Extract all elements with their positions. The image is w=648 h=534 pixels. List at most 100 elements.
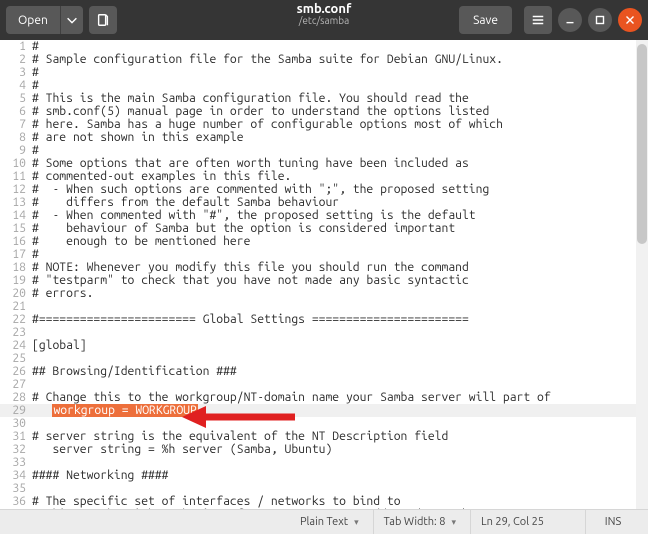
line-text[interactable]: # commented-out examples in this file.	[32, 170, 648, 183]
editor-line[interactable]: 20# errors.	[0, 287, 648, 300]
editor-line[interactable]: 36# The specific set of interfaces / net…	[0, 495, 648, 508]
editor-line[interactable]: 23	[0, 326, 648, 339]
editor-line[interactable]: 6# smb.conf(5) manual page in order to u…	[0, 105, 648, 118]
editor-line[interactable]: 5# This is the main Samba configuration …	[0, 92, 648, 105]
editor-line[interactable]: 17#	[0, 248, 648, 261]
line-text[interactable]: # Change this to the workgroup/NT-domain…	[32, 391, 648, 404]
editor-line[interactable]: 29 workgroup = WORKGROUP	[0, 404, 648, 417]
line-text[interactable]: #### Networking ####	[32, 469, 648, 482]
editor-line[interactable]: 24[global]	[0, 339, 648, 352]
editor-line[interactable]: 27	[0, 378, 648, 391]
selected-text[interactable]: workgroup = WORKGROUP	[52, 404, 197, 417]
line-text[interactable]	[32, 378, 648, 391]
editor-line[interactable]: 21	[0, 300, 648, 313]
line-text[interactable]: ## Browsing/Identification ###	[32, 365, 648, 378]
editor-line[interactable]: 33	[0, 456, 648, 469]
editor-line[interactable]: 3#	[0, 66, 648, 79]
line-text[interactable]: [global]	[32, 339, 648, 352]
tab-width-selector[interactable]: Tab Width: 8	[373, 510, 466, 534]
language-selector[interactable]: Plain Text	[290, 510, 369, 534]
editor-line[interactable]: 12# - When such options are commented wi…	[0, 183, 648, 196]
line-number: 27	[0, 378, 32, 391]
line-text[interactable]: # server string is the equivalent of the…	[32, 430, 648, 443]
text-editor[interactable]: 1#2# Sample configuration file for the S…	[0, 40, 648, 510]
new-tab-button[interactable]	[89, 6, 117, 34]
editor-line[interactable]: 13# differs from the default Samba behav…	[0, 196, 648, 209]
line-number: 11	[0, 170, 32, 183]
editor-line[interactable]: 25	[0, 352, 648, 365]
editor-line[interactable]: 8# are not shown in this example	[0, 131, 648, 144]
line-number: 28	[0, 391, 32, 404]
editor-line[interactable]: 2# Sample configuration file for the Sam…	[0, 53, 648, 66]
editor-line[interactable]: 32 server string = %h server (Samba, Ubu…	[0, 443, 648, 456]
close-button[interactable]	[618, 8, 642, 32]
line-text[interactable]: #	[32, 79, 648, 92]
line-text[interactable]	[32, 456, 648, 469]
line-text[interactable]	[32, 417, 648, 430]
line-number: 33	[0, 456, 32, 469]
line-text[interactable]	[32, 482, 648, 495]
line-text[interactable]: #======================= Global Settings…	[32, 313, 648, 326]
line-text[interactable]: # Sample configuration file for the Samb…	[32, 53, 648, 66]
open-recent-dropdown[interactable]	[60, 6, 83, 34]
maximize-button[interactable]	[588, 8, 612, 32]
editor-line[interactable]: 16# enough to be mentioned here	[0, 235, 648, 248]
line-text[interactable]	[32, 326, 648, 339]
line-text[interactable]: # here. Samba has a huge number of confi…	[32, 118, 648, 131]
line-text[interactable]: # errors.	[32, 287, 648, 300]
line-text[interactable]: # NOTE: Whenever you modify this file yo…	[32, 261, 648, 274]
line-text[interactable]: # behaviour of Samba but the option is c…	[32, 222, 648, 235]
insert-mode[interactable]: INS	[585, 510, 640, 534]
line-text[interactable]: # are not shown in this example	[32, 131, 648, 144]
editor-line[interactable]: 15# behaviour of Samba but the option is…	[0, 222, 648, 235]
line-text[interactable]: #	[32, 66, 648, 79]
line-number: 2	[0, 53, 32, 66]
line-text[interactable]: server string = %h server (Samba, Ubuntu…	[32, 443, 648, 456]
line-number: 4	[0, 79, 32, 92]
editor-line[interactable]: 1#	[0, 40, 648, 53]
line-text[interactable]: # "testparm" to check that you have not …	[32, 274, 648, 287]
line-text[interactable]	[32, 300, 648, 313]
line-number: 3	[0, 66, 32, 79]
line-text[interactable]: # Some options that are often worth tuni…	[32, 157, 648, 170]
line-number: 20	[0, 287, 32, 300]
minimize-button[interactable]	[558, 8, 582, 32]
editor-line[interactable]: 35	[0, 482, 648, 495]
line-text[interactable]: # differs from the default Samba behavio…	[32, 196, 648, 209]
editor-line[interactable]: 26## Browsing/Identification ###	[0, 365, 648, 378]
line-number: 21	[0, 300, 32, 313]
line-text[interactable]: # enough to be mentioned here	[32, 235, 648, 248]
editor-line[interactable]: 18# NOTE: Whenever you modify this file …	[0, 261, 648, 274]
line-text[interactable]: #	[32, 144, 648, 157]
line-number: 25	[0, 352, 32, 365]
line-text[interactable]: #	[32, 248, 648, 261]
line-number: 18	[0, 261, 32, 274]
editor-line[interactable]: 22#======================= Global Settin…	[0, 313, 648, 326]
editor-line[interactable]: 9#	[0, 144, 648, 157]
line-text[interactable]: #	[32, 40, 648, 53]
editor-line[interactable]: 10# Some options that are often worth tu…	[0, 157, 648, 170]
hamburger-menu-button[interactable]	[524, 6, 552, 34]
line-text[interactable]: # - When commented with "#", the propose…	[32, 209, 648, 222]
line-text[interactable]: workgroup = WORKGROUP	[32, 404, 648, 417]
editor-line[interactable]: 14# - When commented with "#", the propo…	[0, 209, 648, 222]
editor-line[interactable]: 19# "testparm" to check that you have no…	[0, 274, 648, 287]
editor-line[interactable]: 34#### Networking ####	[0, 469, 648, 482]
editor-line[interactable]: 4#	[0, 79, 648, 92]
line-text[interactable]: # The specific set of interfaces / netwo…	[32, 495, 648, 508]
new-document-icon	[96, 13, 110, 27]
editor-line[interactable]: 31# server string is the equivalent of t…	[0, 430, 648, 443]
editor-line[interactable]: 28# Change this to the workgroup/NT-doma…	[0, 391, 648, 404]
editor-line[interactable]: 11# commented-out examples in this file.	[0, 170, 648, 183]
line-text[interactable]: # This is the main Samba configuration f…	[32, 92, 648, 105]
line-text[interactable]: # smb.conf(5) manual page in order to un…	[32, 105, 648, 118]
cursor-position[interactable]: Ln 29, Col 25	[470, 510, 581, 534]
editor-line[interactable]: 7# here. Samba has a huge number of conf…	[0, 118, 648, 131]
line-text[interactable]: # - When such options are commented with…	[32, 183, 648, 196]
open-button[interactable]: Open	[6, 6, 60, 34]
scrollbar-thumb[interactable]	[637, 44, 647, 244]
line-text[interactable]	[32, 352, 648, 365]
editor-line[interactable]: 30	[0, 417, 648, 430]
vertical-scrollbar[interactable]	[636, 40, 648, 510]
save-button[interactable]: Save	[459, 6, 512, 34]
